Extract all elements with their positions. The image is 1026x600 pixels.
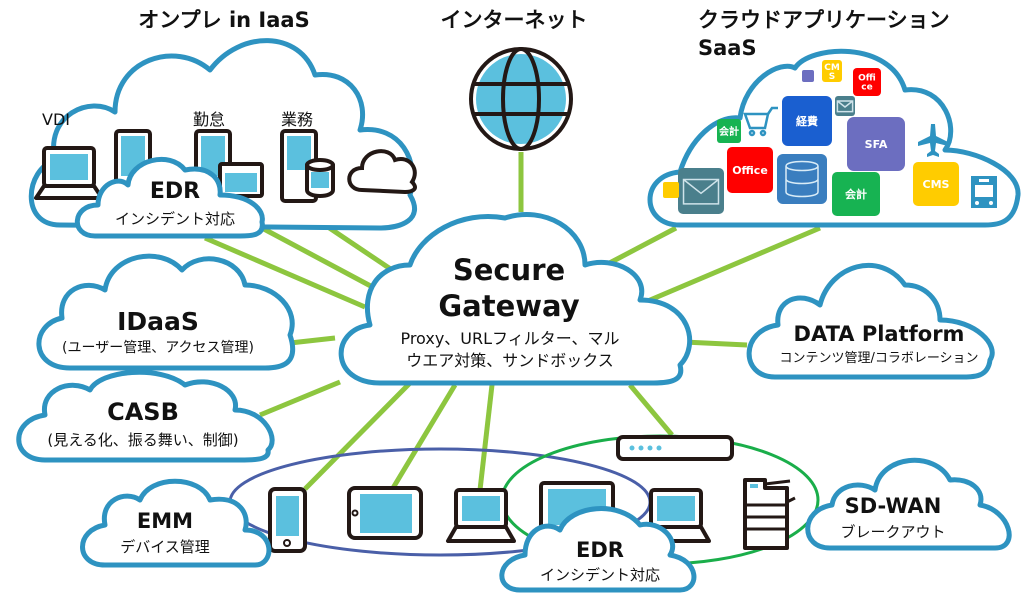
vdi-laptop-icon [34,146,104,200]
casb-cloud: CASB (見える化、振る舞い、制御) [16,369,275,463]
saas-app-label: CMS [923,178,950,191]
saas-app-tile: CMS [822,60,842,82]
link-saas-gateway-2 [642,225,821,306]
gateway-subtitle-line1: Proxy、URLフィルター、マル [400,329,619,348]
iaas-title: オンプレ in IaaS [138,8,309,32]
mail-app-icon [678,168,724,214]
saas-app-tile: SFA [847,117,905,171]
saas-app-tile: Office [853,68,881,96]
gyomu-label: 業務 [281,110,313,129]
secure-gateway-diagram: オンプレ in IaaS インターネット クラウドアプリケーション SaaS V… [16,8,1021,593]
link-iaas-gateway-3 [323,222,394,273]
saas-app-tile: 経費 [782,96,832,146]
emm-subtitle: デバイス管理 [120,538,210,556]
link-gateway-phone [303,381,412,491]
gateway-title-line2: Gateway [438,289,579,323]
idaas-title: IDaaS [117,307,199,336]
train-icon [971,176,997,208]
saas-title-line2: SaaS [698,36,757,60]
emm-title: EMM [137,509,193,533]
link-gateway-tablet [390,383,458,490]
saas-app-tile: Office [727,147,773,193]
saas-app-label: 会計 [719,125,739,138]
data-platform-cloud: DATA Platform コンテンツ管理/コラボレーション [746,262,995,380]
saas-app-label: 経費 [796,114,818,128]
link-casb-gateway [259,379,341,418]
globe-icon [469,47,573,151]
saas-app-tile: 会計 [717,119,741,143]
router-icon [616,435,734,461]
saas-cloud: CMS Office 経費会計 SFA Office 会計 CMS [647,48,1021,228]
laptop-icon [446,488,516,543]
sdwan-subtitle: ブレークアウト [840,523,945,541]
saas-app-tile: 会計 [832,172,880,216]
data-platform-subtitle: コンテンツ管理/コラボレーション [779,351,978,366]
saas-app-tile [663,182,679,198]
smartphone-icon [268,487,307,553]
saas-app-label: 会計 [845,187,867,201]
saas-title-line1: クラウドアプリケーション [698,8,950,32]
saas-app-tile: CMS [913,162,959,206]
link-gateway-laptop [477,384,495,491]
link-gateway-router [628,383,674,437]
mail-app-icon [835,96,855,116]
data-platform-title: DATA Platform [794,322,965,346]
sdwan-title: SD-WAN [845,494,942,518]
idaas-subtitle: (ユーザー管理、アクセス管理) [62,340,254,356]
casb-subtitle: (見える化、振る舞い、制御) [47,431,238,449]
gateway-subtitle-line2: ウエア対策、サンドボックス [406,351,614,370]
idaas-cloud: IDaaS (ユーザー管理、アクセス管理) [36,253,296,371]
edr-bottom-subtitle: インシデント対応 [540,566,660,584]
vdi-label: VDI [42,110,70,129]
kintai-label: 勤怠 [193,110,225,129]
sdwan-cloud: SD-WAN ブレークアウト [805,457,1012,551]
saas-app-label: ce [861,83,872,93]
iaas-cloud: VDI 勤怠 業務 EDR インシデント対応 [28,38,418,239]
saas-app-tile [802,70,814,82]
edr-bottom-title: EDR [576,538,624,562]
saas-app-label: S [829,72,835,82]
iaas-edr-subtitle: インシデント対応 [115,210,235,228]
saas-app-label: Office [732,164,768,177]
casb-title: CASB [107,398,179,426]
database-app-icon [777,154,827,204]
emm-cloud: EMM デバイス管理 [80,478,272,568]
multifunction-printer-icon [743,478,796,550]
internet-title: インターネット [441,8,588,32]
link-iaas-gateway-2 [260,225,382,294]
iaas-edr-title: EDR [150,179,200,204]
link-dataplatform-gateway [683,339,748,348]
secure-gateway-cloud: Secure Gateway Proxy、URLフィルター、マル ウエア対策、サ… [338,212,693,386]
gateway-title-line1: Secure [453,253,565,287]
link-idaas-gateway [289,335,336,346]
tablet-icon [347,486,423,540]
saas-app-label: SFA [865,138,888,151]
